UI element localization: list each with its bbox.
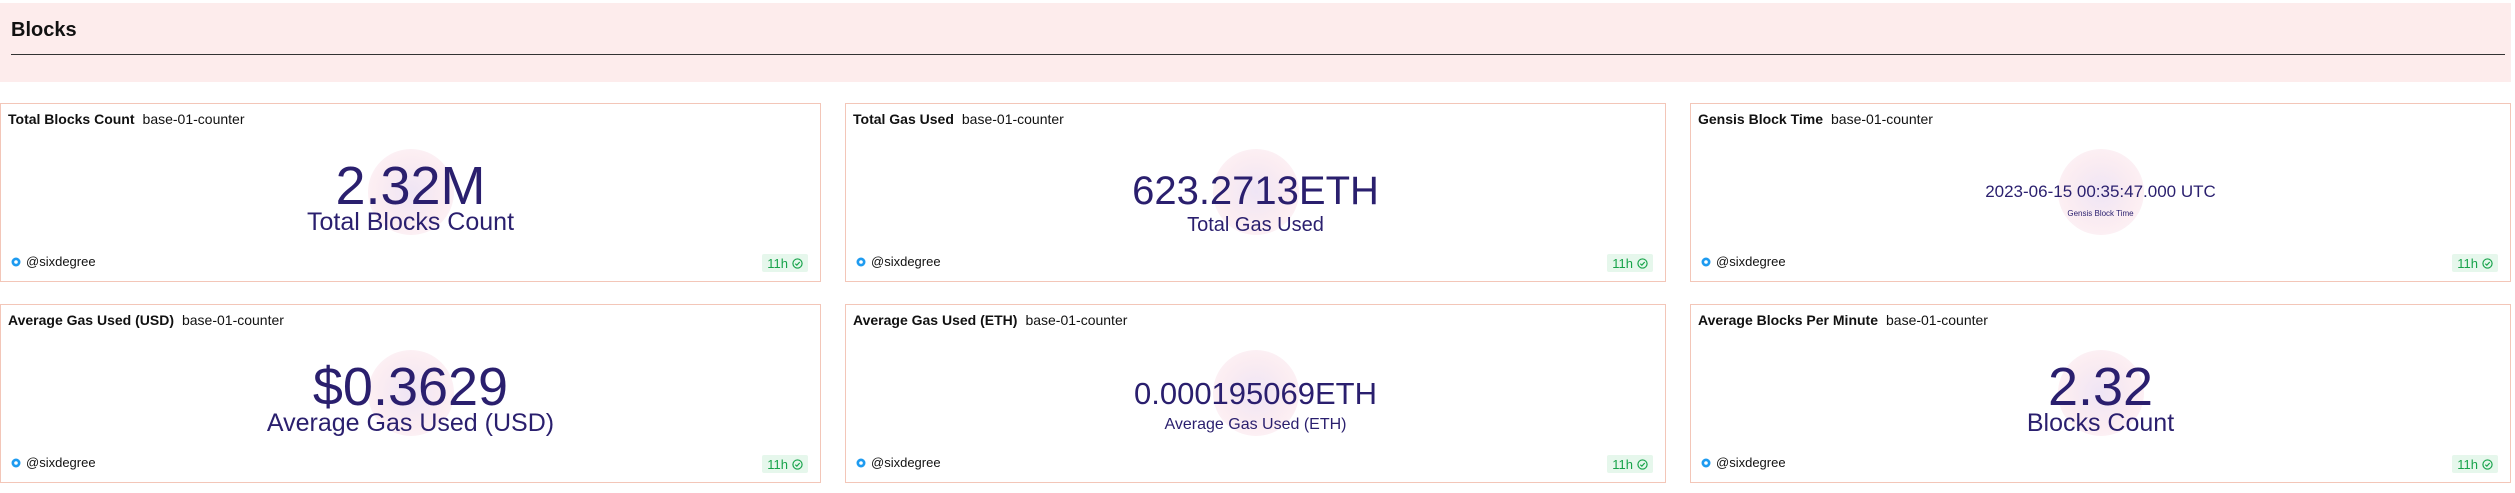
freshness-age: 11h	[2457, 456, 2478, 472]
card-query-name[interactable]: base-01-counter	[962, 111, 1064, 127]
card-title[interactable]: Total Blocks Count	[8, 111, 135, 127]
freshness-age: 11h	[1612, 456, 1633, 472]
section-divider	[11, 54, 2505, 55]
card-query-name[interactable]: base-01-counter	[1025, 312, 1127, 328]
check-circle-icon	[2482, 458, 2493, 470]
counter-card-avg-gas-eth[interactable]: Average Gas Used (ETH) base-01-counter 0.…	[845, 304, 1666, 483]
card-author[interactable]: @sixdegree	[11, 254, 96, 269]
counter-card-genesis-time[interactable]: Gensis Block Time base-01-counter 2023-06…	[1690, 103, 2511, 282]
metric-value: 623.2713ETH	[1132, 169, 1379, 213]
freshness-badge[interactable]: 11h	[1607, 254, 1653, 272]
metric-label: Gensis Block Time	[2067, 209, 2134, 218]
card-query-name[interactable]: base-01-counter	[1831, 111, 1933, 127]
sixdegree-logo-icon	[1701, 458, 1711, 467]
card-title[interactable]: Average Gas Used (USD)	[8, 312, 174, 328]
author-name: @sixdegree	[26, 455, 96, 470]
metric-value: 0.000195069ETH	[1133, 376, 1378, 411]
section-title: Blocks	[11, 19, 77, 41]
card-author[interactable]: @sixdegree	[856, 254, 941, 269]
sixdegree-logo-icon	[856, 458, 866, 467]
card-body: 2023-06-15 00:35:47.000 UTC Gensis Block…	[1691, 134, 2510, 250]
card-title[interactable]: Average Blocks Per Minute	[1698, 312, 1878, 328]
sixdegree-logo-icon	[11, 257, 21, 266]
metric-value: $0.3629	[312, 357, 509, 417]
freshness-badge[interactable]: 11h	[2452, 254, 2498, 272]
card-body: 2.32M Total Blocks Count	[1, 134, 820, 250]
freshness-age: 11h	[767, 255, 788, 271]
check-circle-icon	[792, 257, 803, 269]
card-body: 0.000195069ETH Average Gas Used (ETH)	[846, 335, 1665, 451]
sixdegree-logo-icon	[1701, 257, 1711, 266]
card-query-name[interactable]: base-01-counter	[143, 111, 245, 127]
check-circle-icon	[1637, 257, 1648, 269]
section-header: Blocks	[0, 3, 2511, 82]
card-author[interactable]: @sixdegree	[11, 455, 96, 470]
card-header: Average Gas Used (ETH) base-01-counter	[853, 312, 1127, 328]
card-header: Total Gas Used base-01-counter	[853, 111, 1064, 127]
freshness-age: 11h	[1612, 255, 1633, 271]
card-body: 2.32 Blocks Count	[1691, 335, 2510, 451]
card-title[interactable]: Gensis Block Time	[1698, 111, 1823, 127]
card-header: Average Blocks Per Minute base-01-counter	[1698, 312, 1988, 328]
dashboard-grid: Total Blocks Count base-01-counter 2.32M …	[0, 103, 2515, 493]
card-title[interactable]: Total Gas Used	[853, 111, 954, 127]
metric-value: 2.32	[2047, 357, 2154, 417]
card-title[interactable]: Average Gas Used (ETH)	[853, 312, 1017, 328]
metric-value: 2.32M	[335, 156, 486, 216]
check-circle-icon	[2482, 257, 2493, 269]
card-query-name[interactable]: base-01-counter	[182, 312, 284, 328]
card-author[interactable]: @sixdegree	[1701, 254, 1786, 269]
card-header: Average Gas Used (USD) base-01-counter	[8, 312, 284, 328]
metric-label: Average Gas Used (USD)	[266, 409, 555, 437]
sixdegree-logo-icon	[856, 257, 866, 266]
counter-card-avg-gas-usd[interactable]: Average Gas Used (USD) base-01-counter $0…	[0, 304, 821, 483]
card-author[interactable]: @sixdegree	[1701, 455, 1786, 470]
card-header: Gensis Block Time base-01-counter	[1698, 111, 1933, 127]
card-body: $0.3629 Average Gas Used (USD)	[1, 335, 820, 451]
author-name: @sixdegree	[1716, 254, 1786, 269]
card-header: Total Blocks Count base-01-counter	[8, 111, 244, 127]
counter-card-total-blocks[interactable]: Total Blocks Count base-01-counter 2.32M …	[0, 103, 821, 282]
freshness-badge[interactable]: 11h	[2452, 455, 2498, 473]
metric-label: Total Blocks Count	[306, 208, 515, 236]
metric-label: Average Gas Used (ETH)	[1164, 416, 1347, 433]
check-circle-icon	[792, 458, 803, 470]
freshness-badge[interactable]: 11h	[1607, 455, 1653, 473]
metric-label: Total Gas Used	[1187, 214, 1324, 236]
author-name: @sixdegree	[871, 254, 941, 269]
card-author[interactable]: @sixdegree	[856, 455, 941, 470]
metric-value: 2023-06-15 00:35:47.000 UTC	[1985, 182, 2216, 201]
freshness-age: 11h	[2457, 255, 2478, 271]
card-query-name[interactable]: base-01-counter	[1886, 312, 1988, 328]
counter-card-avg-blocks-per-minute[interactable]: Average Blocks Per Minute base-01-counter…	[1690, 304, 2511, 483]
author-name: @sixdegree	[1716, 455, 1786, 470]
freshness-badge[interactable]: 11h	[762, 254, 808, 272]
counter-card-total-gas[interactable]: Total Gas Used base-01-counter 623.2713ET…	[845, 103, 1666, 282]
check-circle-icon	[1637, 458, 1648, 470]
freshness-badge[interactable]: 11h	[762, 455, 808, 473]
sixdegree-logo-icon	[11, 458, 21, 467]
author-name: @sixdegree	[871, 455, 941, 470]
author-name: @sixdegree	[26, 254, 96, 269]
freshness-age: 11h	[767, 456, 788, 472]
metric-label: Blocks Count	[2026, 409, 2175, 437]
card-body: 623.2713ETH Total Gas Used	[846, 134, 1665, 250]
